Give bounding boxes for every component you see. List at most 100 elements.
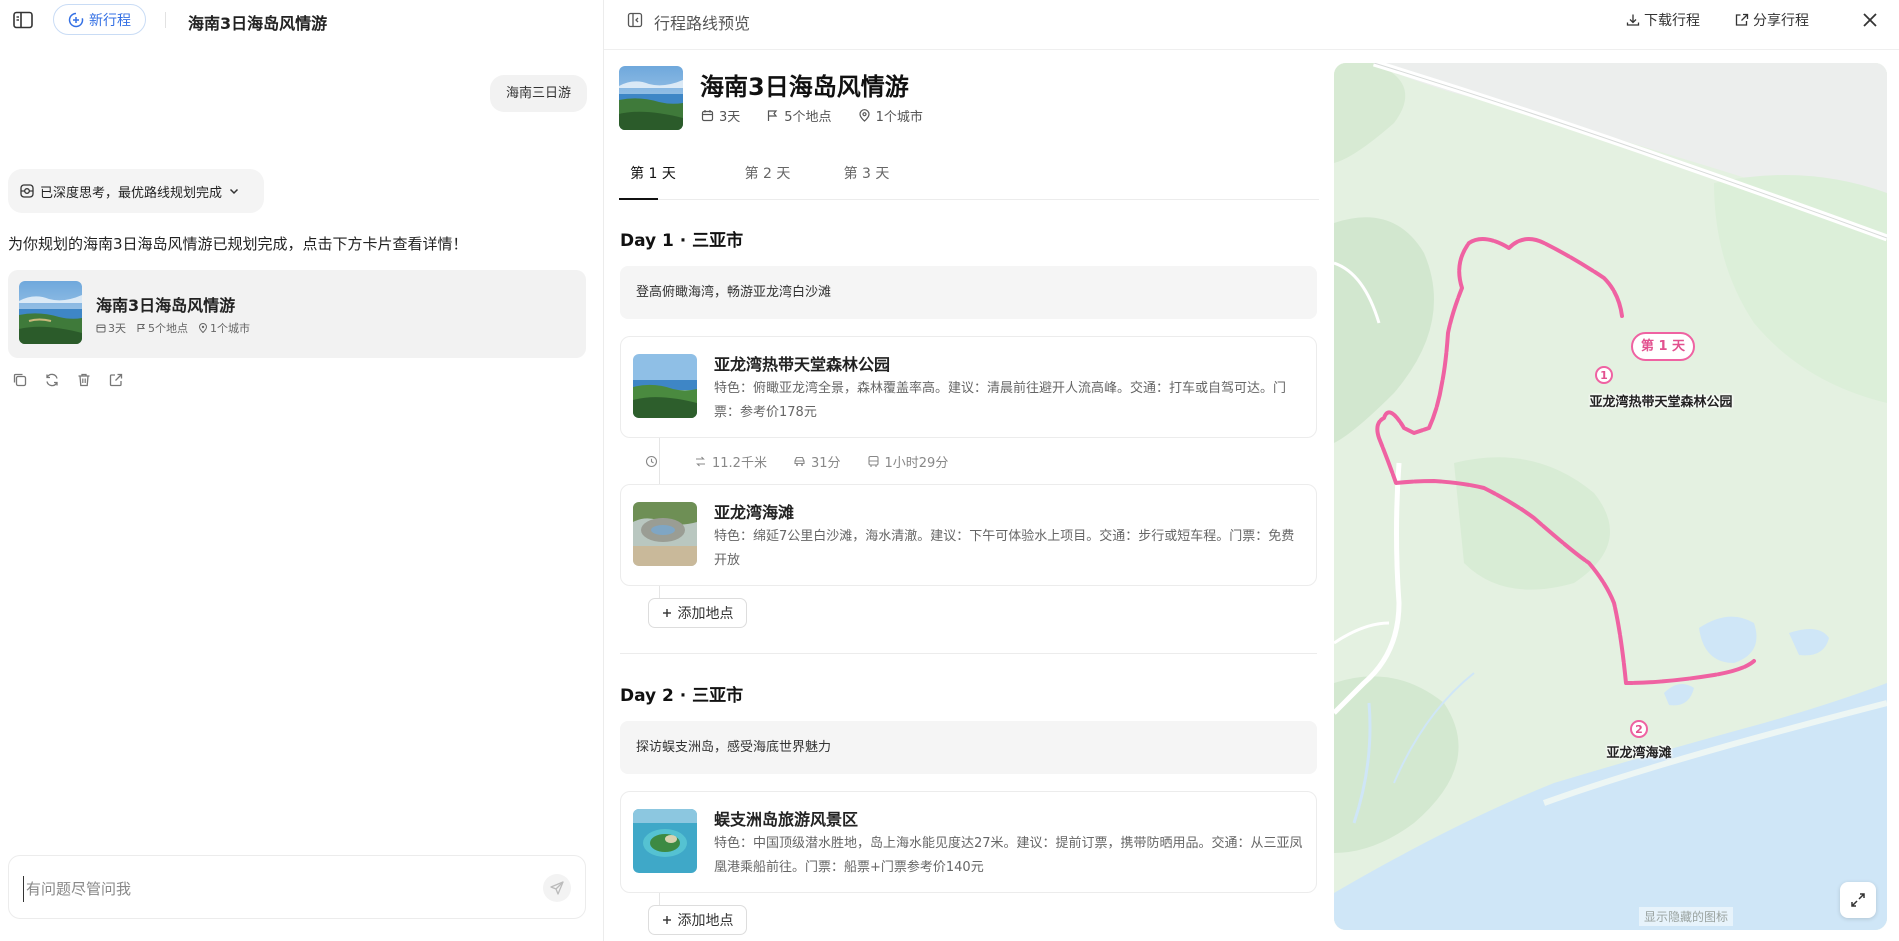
place-image [633, 354, 697, 418]
day-1-title: Day 1 · 三亚市 [620, 231, 744, 251]
itinerary-scroll-area[interactable]: 海南3日海岛风情游 3天 5个地点 1个城市 第 1 天 第 2 天 第 3 天 [604, 50, 1319, 941]
trip-card-cities: 1个城市 [198, 320, 250, 336]
download-icon [1626, 13, 1640, 27]
tab-day-2[interactable]: 第 2 天 [718, 161, 817, 199]
map-expand-button[interactable] [1840, 882, 1876, 918]
trip-meta: 3天 5个地点 1个城市 [701, 106, 923, 125]
tab-day-3[interactable]: 第 3 天 [817, 161, 916, 199]
thinking-status-toggle[interactable]: 已深度思考，最优路线规划完成 [8, 169, 264, 213]
new-trip-button[interactable]: 新行程 [53, 4, 146, 35]
plus-icon [662, 915, 672, 925]
share-label: 分享行程 [1753, 13, 1809, 29]
sidebar-toggle-icon[interactable] [13, 11, 33, 29]
trip-card-days: 3天 [96, 320, 126, 336]
chat-input[interactable] [23, 876, 528, 902]
car-icon [793, 455, 806, 468]
place-name: 蜈支洲岛旅游风景区 [714, 810, 859, 829]
delete-icon[interactable] [76, 372, 92, 388]
place-image [633, 502, 697, 566]
place-name: 亚龙湾海滩 [714, 503, 795, 522]
trip-cities: 1个城市 [858, 106, 923, 125]
trip-card-meta: 3天 5个地点 1个城市 [96, 320, 250, 336]
transit-distance: 11.2千米 [694, 452, 767, 471]
day-2-subtitle: 探访蜈支洲岛，感受海底世界魅力 [620, 721, 1317, 774]
close-icon[interactable] [1860, 10, 1880, 30]
place-card[interactable]: 亚龙湾海滩 特色：绵延7公里白沙滩，海水清澈。建议：下午可体验水上项目。交通：步… [620, 484, 1317, 586]
external-share-icon [1735, 13, 1749, 27]
transit-bus-text: 1小时29分 [884, 456, 949, 471]
new-trip-label: 新行程 [89, 12, 131, 29]
trip-card-image [19, 281, 82, 344]
place-description: 特色：中国顶级潜水胜地，岛上海水能见度达27米。建议：提前订票，携带防晒用品。交… [714, 836, 1303, 875]
calendar-icon [701, 109, 714, 122]
trip-card-cities-text: 1个城市 [210, 322, 250, 335]
calendar-icon [96, 323, 106, 333]
place-card[interactable]: 亚龙湾热带天堂森林公园 特色：俯瞰亚龙湾全景，森林覆盖率高。建议：清晨前往避开人… [620, 336, 1317, 438]
preview-panel: 行程路线预览 下载行程 分享行程 海南3日海岛风情游 3天 5个地点 1个城市 … [604, 0, 1899, 941]
trip-name: 海南3日海岛风情游 [700, 73, 909, 101]
location-pin-icon [858, 109, 871, 122]
add-place-button[interactable]: 添加地点 [648, 598, 747, 628]
trip-card[interactable]: 海南3日海岛风情游 3天 5个地点 1个城市 [8, 270, 586, 358]
place-description: 特色：俯瞰亚龙湾全景，森林覆盖率高。建议：清晨前往避开人流高峰。交通：打车或自驾… [714, 381, 1287, 420]
place-name: 亚龙湾热带天堂森林公园 [714, 355, 891, 374]
transit-distance-text: 11.2千米 [712, 456, 767, 471]
flag-icon [766, 109, 779, 122]
send-button[interactable] [543, 874, 571, 902]
expand-icon [1849, 891, 1867, 909]
map-pin-2-label: 亚龙湾海滩 [1606, 746, 1672, 761]
day-2-title: Day 2 · 三亚市 [620, 686, 744, 706]
bus-icon [867, 455, 880, 468]
add-place-button[interactable]: 添加地点 [648, 905, 747, 935]
trip-cities-text: 1个城市 [875, 110, 923, 125]
chevron-down-icon [228, 185, 240, 197]
divider [165, 12, 166, 28]
copy-icon[interactable] [12, 372, 28, 388]
flag-icon [136, 323, 146, 333]
preview-topbar: 行程路线预览 下载行程 分享行程 [604, 0, 1899, 50]
trip-card-places: 5个地点 [136, 320, 188, 336]
place-image [633, 809, 697, 873]
add-place-label: 添加地点 [677, 913, 734, 929]
message-actions [12, 372, 124, 388]
transit-drive: 31分 [793, 452, 841, 471]
tab-day-1[interactable]: 第 1 天 [619, 161, 687, 200]
place-card[interactable]: 蜈支洲岛旅游风景区 特色：中国顶级潜水胜地，岛上海水能见度达27米。建议：提前订… [620, 791, 1317, 893]
day-tabs: 第 1 天 第 2 天 第 3 天 [619, 161, 1319, 200]
thinking-status-text: 已深度思考，最优路线规划完成 [40, 185, 223, 201]
download-trip-button[interactable]: 下载行程 [1626, 10, 1700, 30]
trip-days-text: 3天 [719, 110, 741, 125]
map-pin-1[interactable]: 1 [1595, 366, 1613, 384]
refresh-icon[interactable] [44, 372, 60, 388]
share-trip-button[interactable]: 分享行程 [1735, 10, 1809, 30]
chat-input-box [8, 855, 586, 919]
day-divider [620, 653, 1317, 654]
show-hidden-icons-link[interactable]: 显示隐藏的图标 [1639, 907, 1734, 926]
trip-card-places-text: 5个地点 [148, 322, 188, 335]
route-icon [694, 455, 707, 468]
collapse-panel-icon[interactable] [627, 12, 643, 28]
trip-card-title: 海南3日海岛风情游 [96, 296, 236, 315]
trip-cover-image [619, 66, 683, 130]
user-message: 海南三日游 [489, 75, 587, 112]
trip-card-days-text: 3天 [108, 322, 126, 335]
plus-icon [662, 608, 672, 618]
transit-bus: 1小时29分 [867, 452, 949, 471]
assistant-answer: 为你规划的海南3日海岛风情游已规划完成，点击下方卡片查看详情！ [8, 235, 468, 253]
place-description: 特色：绵延7公里白沙滩，海水清澈。建议：下午可体验水上项目。交通：步行或短车程。… [714, 529, 1295, 568]
map-day-tag: 第 1 天 [1631, 332, 1695, 361]
new-chat-icon [68, 12, 84, 28]
share-icon[interactable] [108, 372, 124, 388]
trip-days: 3天 [701, 106, 740, 125]
download-label: 下载行程 [1644, 13, 1700, 29]
chat-title: 海南3日海岛风情游 [188, 14, 328, 33]
route-map[interactable]: 第 1 天 1 亚龙湾热带天堂森林公园 2 亚龙湾海滩 显示隐藏的图标 [1334, 63, 1887, 930]
day-1-subtitle: 登高俯瞰海湾，畅游亚龙湾白沙滩 [620, 266, 1317, 319]
location-pin-icon [198, 323, 208, 333]
add-place-label: 添加地点 [677, 606, 734, 622]
trip-places-text: 5个地点 [784, 110, 832, 125]
clock-icon [645, 455, 658, 468]
trip-places: 5个地点 [766, 106, 832, 125]
map-pin-2[interactable]: 2 [1630, 720, 1648, 738]
map-pin-1-label: 亚龙湾热带天堂森林公园 [1589, 395, 1733, 410]
